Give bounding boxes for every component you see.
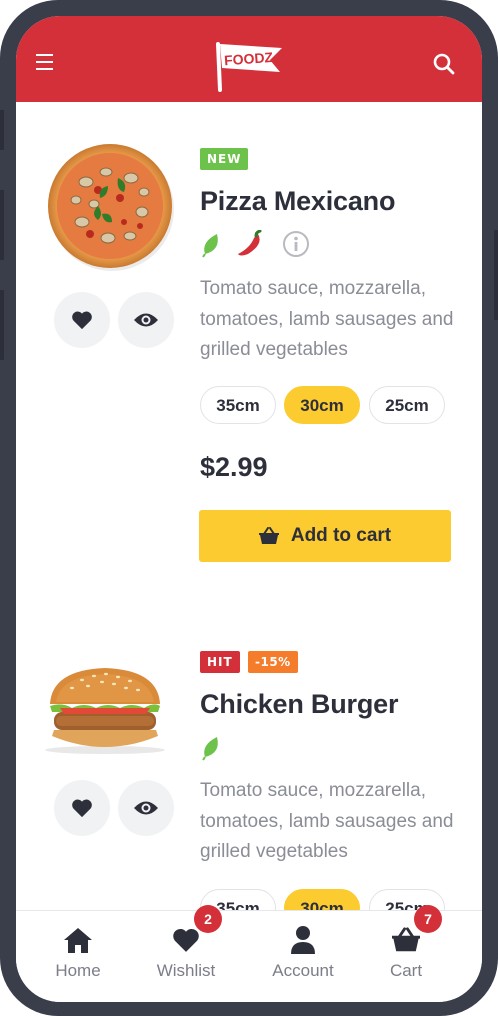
size-option-selected[interactable]: 30cm xyxy=(284,386,360,424)
side-button xyxy=(0,190,4,260)
heart-icon xyxy=(171,925,201,955)
shopping-basket-icon xyxy=(391,925,421,955)
app-screen: FOODZ NEW Pizza Mexicano Tomato sauce, m… xyxy=(16,16,482,1002)
info-icon[interactable] xyxy=(282,230,309,257)
discount-badge: -15% xyxy=(248,651,298,673)
size-option[interactable]: 35cm xyxy=(200,386,276,424)
account-icon xyxy=(288,925,318,955)
product-title[interactable]: Chicken Burger xyxy=(200,689,398,720)
add-to-cart-label: Add to cart xyxy=(290,525,392,546)
phone-frame: FOODZ NEW Pizza Mexicano Tomato sauce, m… xyxy=(0,0,498,1016)
vegetarian-leaf-icon xyxy=(199,232,225,258)
spicy-chili-icon xyxy=(236,229,262,256)
product-title[interactable]: Pizza Mexicano xyxy=(200,186,395,217)
pizza-image[interactable] xyxy=(46,142,176,272)
product-description: Tomato sauce, mozzarella, tomatoes, lamb… xyxy=(200,278,454,360)
vegetarian-leaf-icon xyxy=(199,735,225,761)
eye-icon xyxy=(134,313,158,327)
nav-item-wishlist[interactable]: 2 Wishlist xyxy=(136,905,236,1002)
side-button xyxy=(494,230,498,320)
quick-view-button[interactable] xyxy=(118,780,174,836)
wishlist-count-badge: 2 xyxy=(194,905,222,933)
add-to-wishlist-button[interactable] xyxy=(54,292,110,348)
nav-item-home[interactable]: Home xyxy=(28,911,128,1002)
nav-label: Home xyxy=(55,961,101,980)
size-option[interactable]: 25cm xyxy=(369,386,445,424)
shopping-basket-icon xyxy=(258,527,279,544)
side-button xyxy=(0,110,4,150)
hamburger-menu-icon[interactable] xyxy=(36,54,53,72)
product-price: $2.99 xyxy=(200,452,268,482)
add-to-wishlist-button[interactable] xyxy=(54,780,110,836)
bottom-navigation: Home 2 Wishlist Account 7 Cart xyxy=(16,905,482,1002)
cart-count-badge: 7 xyxy=(414,905,442,933)
add-to-cart-button[interactable]: Add to cart xyxy=(199,510,451,562)
product-description: Tomato sauce, mozzarella, tomatoes, lamb… xyxy=(200,780,454,862)
app-header: FOODZ xyxy=(16,16,482,102)
nav-item-cart[interactable]: 7 Cart xyxy=(356,905,456,1002)
search-icon[interactable] xyxy=(432,52,456,76)
product-badge: NEW xyxy=(200,148,249,170)
foodz-logo[interactable]: FOODZ xyxy=(214,38,286,94)
nav-item-account[interactable]: Account xyxy=(253,911,353,1002)
burger-image[interactable] xyxy=(42,666,168,756)
nav-label: Account xyxy=(272,961,334,980)
home-icon xyxy=(63,925,93,955)
heart-icon xyxy=(72,311,92,330)
nav-label: Wishlist xyxy=(156,961,216,980)
product-badge: HIT xyxy=(200,651,240,673)
eye-icon xyxy=(134,801,158,815)
side-button xyxy=(0,290,4,360)
heart-icon xyxy=(72,799,92,818)
quick-view-button[interactable] xyxy=(118,292,174,348)
nav-label: Cart xyxy=(389,961,423,980)
